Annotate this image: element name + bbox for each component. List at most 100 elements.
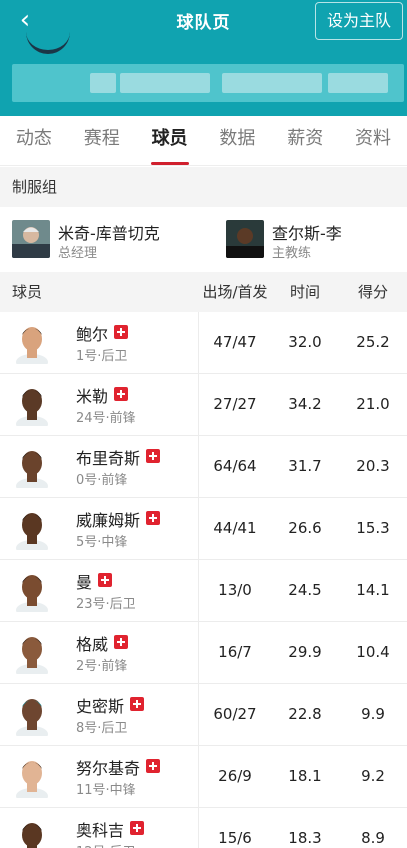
- table-row[interactable]: 鲍尔 1号·后卫 47/47 32.0 25.2: [0, 312, 407, 374]
- tab-stats[interactable]: 数据: [203, 116, 271, 165]
- gm-card[interactable]: 米奇-库普切克 总经理: [12, 220, 202, 261]
- player-number-position: 8号·后卫: [76, 721, 128, 736]
- tab-schedule[interactable]: 赛程: [68, 116, 136, 165]
- player-name: 鲍尔: [76, 321, 129, 345]
- player-number-position: 11号·中锋: [76, 783, 136, 798]
- tab-news[interactable]: 动态: [0, 116, 68, 165]
- injury-cross-icon: [130, 697, 145, 711]
- injury-cross-icon: [130, 821, 145, 835]
- team-logo: [26, 32, 70, 54]
- injury-cross-icon: [114, 635, 129, 649]
- player-minutes: 24.5: [288, 581, 322, 599]
- player-avatar: [14, 632, 50, 680]
- tab-info[interactable]: 资料: [339, 116, 407, 165]
- player-points: 21.0: [356, 395, 390, 413]
- head-coach-card[interactable]: 查尔斯-李 主教练: [226, 220, 396, 261]
- player-points: 10.4: [356, 643, 390, 661]
- player-name-text: 史密斯: [76, 697, 125, 716]
- player-name: 布里奇斯: [76, 445, 161, 469]
- player-number-position: 2号·前锋: [76, 659, 128, 674]
- player-avatar: [14, 508, 50, 556]
- set-home-team-button[interactable]: 设为主队: [315, 2, 403, 40]
- player-name-text: 努尔基奇: [76, 759, 141, 778]
- player-points: 9.9: [361, 705, 385, 723]
- head-coach-name: 查尔斯-李: [272, 224, 342, 243]
- player-avatar: [14, 446, 50, 494]
- player-avatar: [14, 384, 50, 432]
- team-info-band: [12, 64, 404, 102]
- player-name: 威廉姆斯: [76, 507, 161, 531]
- player-apps: 27/27: [213, 395, 257, 413]
- roster-table-header: 球员 出场/首发 时间 得分: [0, 272, 407, 312]
- injury-cross-icon: [146, 759, 161, 773]
- table-row[interactable]: 努尔基奇 11号·中锋 26/9 18.1 9.2: [0, 746, 407, 808]
- player-name-text: 奥科吉: [76, 821, 125, 840]
- player-apps: 44/41: [213, 519, 257, 537]
- tab-salary[interactable]: 薪资: [271, 116, 339, 165]
- gm-role: 总经理: [58, 246, 98, 261]
- gm-name: 米奇-库普切克: [58, 224, 160, 243]
- table-row[interactable]: 曼 23号·后卫 13/0 24.5 14.1: [0, 560, 407, 622]
- player-name-text: 曼: [76, 573, 93, 592]
- player-apps: 13/0: [218, 581, 252, 599]
- player-number-position: 5号·中锋: [76, 535, 128, 550]
- player-number-position: 1号·后卫: [76, 349, 128, 364]
- gm-photo: [12, 220, 50, 258]
- injury-cross-icon: [114, 325, 129, 339]
- player-name-text: 格威: [76, 635, 109, 654]
- player-name: 曼: [76, 569, 113, 593]
- roster-table: 鲍尔 1号·后卫 47/47 32.0 25.2 米勒 24号·前锋 27/27 34.2 21.…: [0, 312, 407, 848]
- table-row[interactable]: 格威 2号·前锋 16/7 29.9 10.4: [0, 622, 407, 684]
- player-minutes: 18.1: [288, 767, 322, 785]
- player-avatar: [14, 570, 50, 618]
- player-apps: 60/27: [213, 705, 257, 723]
- header-points[interactable]: 得分: [339, 272, 407, 312]
- player-name: 奥科吉: [76, 817, 145, 841]
- player-apps: 47/47: [213, 333, 257, 351]
- player-points: 8.9: [361, 829, 385, 847]
- player-points: 9.2: [361, 767, 385, 785]
- staff-section-title: 制服组: [0, 167, 407, 207]
- injury-cross-icon: [146, 449, 161, 463]
- tab-players[interactable]: 球员: [136, 116, 204, 165]
- staff-list: 米奇-库普切克 总经理 查尔斯-李 主教练: [0, 207, 407, 271]
- player-number-position: 24号·前锋: [76, 411, 136, 426]
- player-name: 格威: [76, 631, 129, 655]
- table-row[interactable]: 布里奇斯 0号·前锋 64/64 31.7 20.3: [0, 436, 407, 498]
- player-avatar: [14, 694, 50, 742]
- player-avatar: [14, 818, 50, 848]
- player-minutes: 26.6: [288, 519, 322, 537]
- injury-cross-icon: [114, 387, 129, 401]
- player-name-text: 米勒: [76, 387, 109, 406]
- player-name: 史密斯: [76, 693, 145, 717]
- table-row[interactable]: 威廉姆斯 5号·中锋 44/41 26.6 15.3: [0, 498, 407, 560]
- player-name: 努尔基奇: [76, 755, 161, 779]
- player-name-text: 威廉姆斯: [76, 511, 141, 530]
- player-minutes: 22.8: [288, 705, 322, 723]
- player-apps: 16/7: [218, 643, 252, 661]
- player-minutes: 18.3: [288, 829, 322, 847]
- player-minutes: 32.0: [288, 333, 322, 351]
- player-number-position: 0号·前锋: [76, 473, 128, 488]
- player-minutes: 29.9: [288, 643, 322, 661]
- table-row[interactable]: 奥科吉12号·后卫 15/6 18.3 8.9: [0, 808, 407, 848]
- table-row[interactable]: 史密斯 8号·后卫 60/27 22.8 9.9: [0, 684, 407, 746]
- injury-cross-icon: [98, 573, 113, 587]
- player-apps: 15/6: [218, 829, 252, 847]
- player-apps: 26/9: [218, 767, 252, 785]
- player-name-text: 布里奇斯: [76, 449, 141, 468]
- player-name: 米勒: [76, 383, 129, 407]
- head-coach-photo: [226, 220, 264, 258]
- player-points: 14.1: [356, 581, 390, 599]
- player-points: 20.3: [356, 457, 390, 475]
- player-name-text: 鲍尔: [76, 325, 109, 344]
- player-avatar: [14, 756, 50, 804]
- player-minutes: 34.2: [288, 395, 322, 413]
- player-points: 15.3: [356, 519, 390, 537]
- header-apps[interactable]: 出场/首发: [199, 272, 271, 312]
- table-row[interactable]: 米勒 24号·前锋 27/27 34.2 21.0: [0, 374, 407, 436]
- player-points: 25.2: [356, 333, 390, 351]
- head-coach-role: 主教练: [272, 246, 312, 261]
- injury-cross-icon: [146, 511, 161, 525]
- header-minutes[interactable]: 时间: [271, 272, 339, 312]
